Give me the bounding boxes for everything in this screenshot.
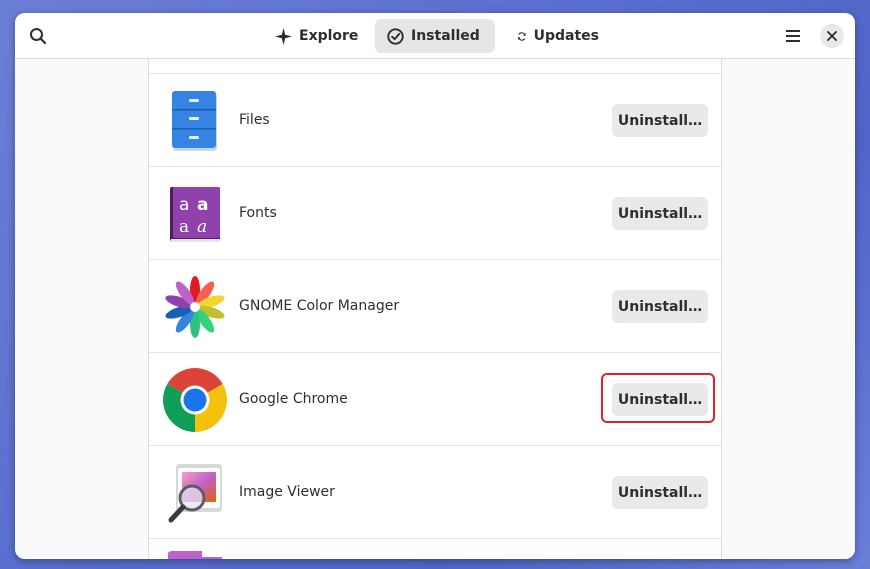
hamburger-menu-icon — [786, 30, 800, 42]
svg-text:a: a — [197, 217, 207, 237]
tab-updates-label: Updates — [533, 28, 599, 44]
fonts-icon: a a a a — [170, 187, 220, 242]
list-item[interactable]: Files Uninstall… — [149, 73, 721, 166]
header-bar: Explore Installed Updates — [15, 13, 855, 59]
tab-explore-label: Explore — [299, 28, 359, 44]
list-item[interactable]: Google Chrome Uninstall… — [149, 352, 721, 445]
chrome-icon — [163, 368, 227, 432]
app-name: Fonts — [239, 205, 277, 221]
image-viewer-icon — [168, 464, 222, 523]
uninstall-button[interactable]: Uninstall… — [612, 104, 708, 137]
uninstall-button[interactable]: Uninstall… — [612, 476, 708, 509]
list-item[interactable] — [149, 538, 721, 559]
uninstall-button[interactable]: Uninstall… — [612, 197, 708, 230]
gnome-software-window: Explore Installed Updates Files Uninstal… — [15, 13, 855, 559]
explore-icon — [275, 27, 292, 45]
close-button[interactable] — [820, 24, 844, 48]
app-name: Image Viewer — [239, 484, 335, 500]
tab-explore[interactable]: Explore — [263, 19, 371, 53]
svg-text:a: a — [197, 195, 208, 215]
refresh-icon — [517, 31, 526, 41]
files-icon — [172, 91, 217, 151]
app-name: Files — [239, 112, 270, 128]
tab-installed-label: Installed — [411, 28, 480, 44]
list-item[interactable]: GNOME Color Manager Uninstall… — [149, 259, 721, 352]
svg-text:a: a — [179, 217, 189, 237]
app-name: Google Chrome — [239, 391, 348, 407]
main-menu-button[interactable] — [778, 21, 808, 51]
installed-apps-list: Files Uninstall… a a a a Fonts Uninstall… — [148, 59, 722, 559]
svg-text:a: a — [179, 195, 189, 215]
installed-page: Files Uninstall… a a a a Fonts Uninstall… — [15, 59, 855, 559]
uninstall-button[interactable]: Uninstall… — [612, 290, 708, 323]
color-manager-icon — [165, 276, 225, 338]
app-icon-partial — [168, 551, 222, 559]
tab-updates[interactable]: Updates — [505, 19, 611, 53]
list-item[interactable]: Image Viewer Uninstall… — [149, 445, 721, 538]
list-item[interactable]: a a a a Fonts Uninstall… — [149, 166, 721, 259]
tab-installed[interactable]: Installed — [375, 19, 495, 53]
check-icon — [387, 27, 404, 45]
view-switcher: Explore Installed Updates — [15, 19, 855, 53]
uninstall-button[interactable]: Uninstall… — [612, 383, 708, 416]
app-name: GNOME Color Manager — [239, 298, 400, 314]
close-icon — [827, 31, 837, 41]
